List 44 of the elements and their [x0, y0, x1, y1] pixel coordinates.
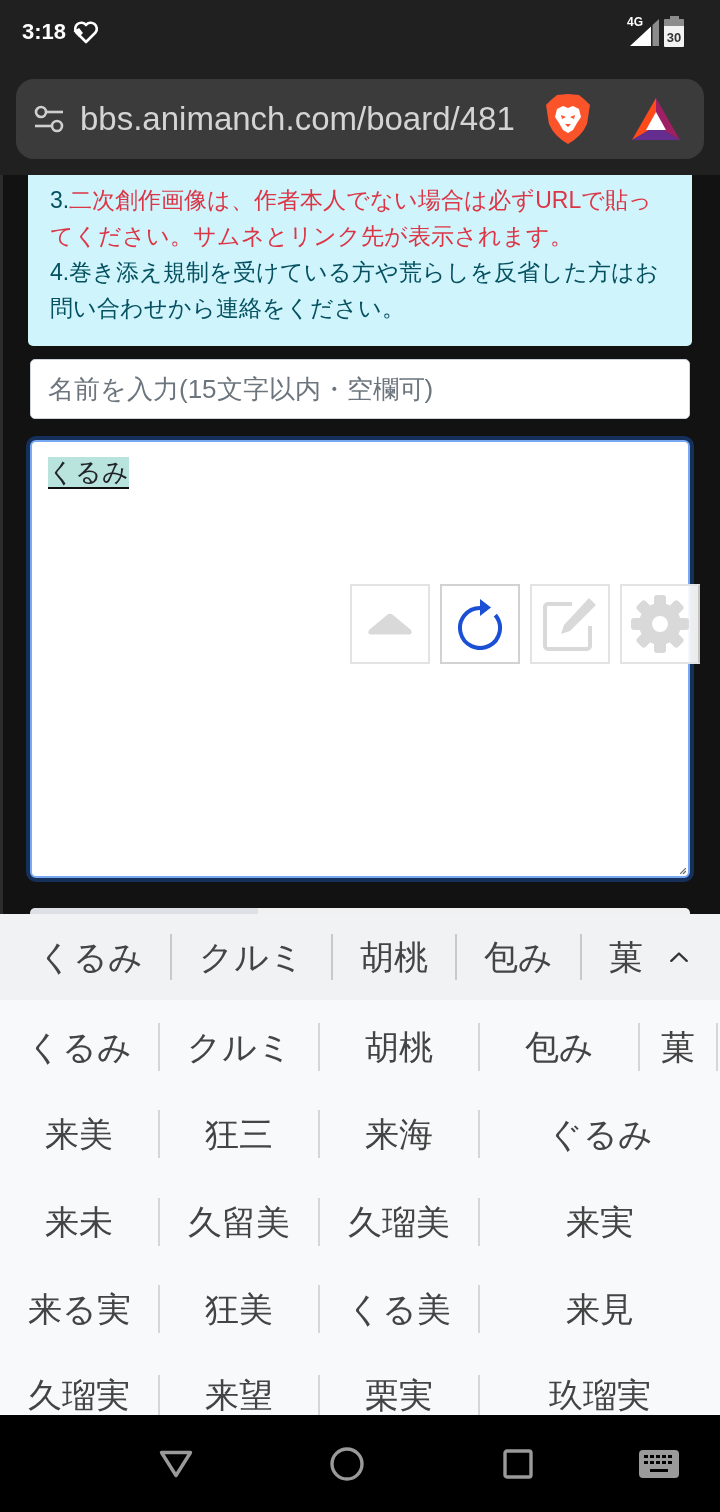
candidate-word[interactable]: 来実 [478, 1197, 720, 1246]
pencil-square-icon [542, 596, 598, 652]
clock-time: 3:18 [22, 19, 67, 45]
gear-icon [630, 594, 690, 654]
candidate-word[interactable]: くるみ [0, 1022, 158, 1071]
triangle-logo-icon[interactable] [632, 98, 680, 140]
suggestion[interactable]: クルミ [170, 934, 331, 980]
square-icon[interactable] [503, 1448, 534, 1479]
candidate-word[interactable]: ぐるみ [478, 1110, 720, 1159]
name-field[interactable]: 名前を入力(15文字以内・空欄可) [30, 359, 690, 419]
candidate-word[interactable]: 久瑠実 [0, 1375, 158, 1415]
candidate-word[interactable]: くる美 [318, 1285, 478, 1334]
heart-icon [72, 20, 101, 44]
candidate-word[interactable]: 来美 [0, 1110, 158, 1159]
rule-text: 4.巻き添え規制を受けている方や荒らしを反省した方はお問い合わせから連絡をください。 [50, 258, 661, 323]
suggestion[interactable]: くるみ [11, 934, 170, 980]
candidate-word[interactable]: 来海 [318, 1110, 478, 1159]
candidate-word[interactable]: クルミ [158, 1022, 318, 1071]
up-triangle-icon [367, 613, 413, 635]
rule-text: 3.二次創作画像は、作者本人でない場合は必ずURLで貼ってください。サムネとリンク先が表示されます。 [50, 186, 654, 251]
candidate-word[interactable]: 狂三 [158, 1110, 318, 1159]
battery-indicator: 30 [664, 15, 684, 47]
signal-indicator: 4G [627, 16, 659, 46]
sliders-icon[interactable] [34, 105, 64, 133]
keyboard-icon[interactable] [639, 1449, 680, 1478]
refresh-icon [457, 598, 503, 650]
reload-button[interactable] [440, 584, 520, 664]
lion-shield-icon[interactable] [546, 94, 590, 144]
chevron-up-icon[interactable] [670, 949, 688, 965]
candidate-word[interactable]: 包み [478, 1022, 638, 1071]
suggestion[interactable]: 菓 [580, 934, 670, 980]
candidate-word[interactable]: 菓 [638, 1022, 718, 1071]
candidate-word[interactable]: 来未 [0, 1197, 158, 1246]
suggestion[interactable]: 包み [455, 934, 580, 980]
candidate-word[interactable]: 胡桃 [318, 1022, 478, 1071]
candidate-word[interactable]: 狂美 [158, 1285, 318, 1334]
candidate-word[interactable]: 久瑠美 [318, 1197, 478, 1246]
candidate-word[interactable]: 来る実 [0, 1285, 158, 1334]
candidate-word[interactable]: 久留美 [158, 1197, 318, 1246]
home-circle-icon[interactable] [330, 1446, 365, 1481]
resize-grip-icon[interactable] [680, 868, 686, 874]
suggestion[interactable]: 胡桃 [331, 934, 455, 980]
candidate-word[interactable]: 来見 [478, 1285, 720, 1334]
down-triangle-icon[interactable] [158, 1449, 193, 1478]
